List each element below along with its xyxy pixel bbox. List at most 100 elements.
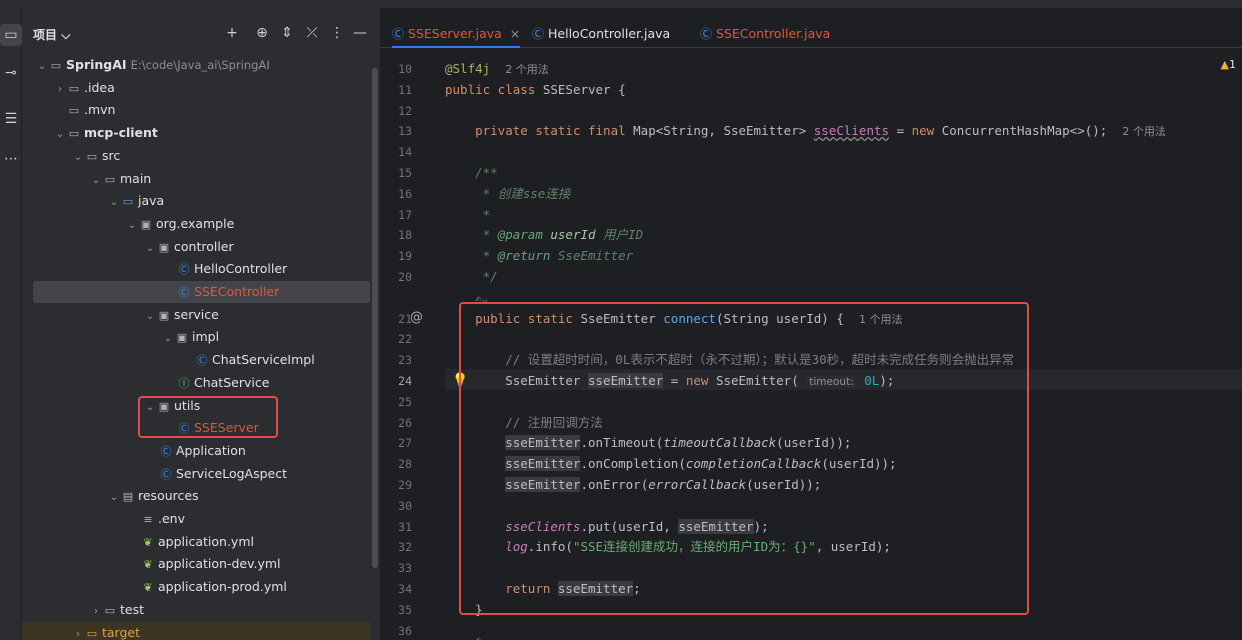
code-line: */ <box>475 269 498 284</box>
code-line: * @param userId 用户ID <box>475 227 644 243</box>
ide-window: ▭ ⊸ ☰ ⋯ 项目 ⌵ + ⊕ ⇕ ⤫ ⋮ — ⌄ ▭ SpringAI E:\co… <box>0 0 1242 640</box>
folder-icon: ▭ <box>86 149 98 163</box>
expand-all-icon[interactable]: ⇕ <box>277 23 297 43</box>
tree-node-java[interactable]: ⌄ ▭ java <box>22 190 370 212</box>
tree-node-controller[interactable]: ⌄ ▣ controller <box>22 236 370 258</box>
source-folder-icon: ▭ <box>122 195 134 209</box>
line-number: 35 <box>398 602 412 617</box>
line-gutter: 10 11 12 13 14 15 16 17 18 19 20 21 22 2… <box>380 54 468 640</box>
tree-node-main[interactable]: ⌄ ▭ main <box>22 168 370 190</box>
code-line: ✍⌄ <box>475 633 489 640</box>
project-panel: 项目 ⌵ + ⊕ ⇕ ⤫ ⋮ — ⌄ ▭ SpringAI E:\code\Java_… <box>22 8 380 640</box>
new-file-icon[interactable]: + <box>222 23 242 43</box>
package-icon: ▣ <box>140 217 152 231</box>
code-line: public class SSEServer { <box>445 81 626 97</box>
line-number: 22 <box>398 332 412 347</box>
tree-node-application-dev-yml[interactable]: ❦ application-dev.yml <box>22 553 370 575</box>
line-number: 31 <box>398 519 412 534</box>
tab-sseserver[interactable]: Ⓒ SSEServer.java × <box>392 8 521 48</box>
spring-class-icon: Ⓒ <box>160 444 172 458</box>
tree-node-application-yml[interactable]: ❦ application.yml <box>22 531 370 553</box>
line-number: 16 <box>398 186 412 201</box>
line-number: 20 <box>398 270 412 284</box>
collapse-all-icon[interactable]: ⤫ <box>302 23 322 43</box>
tree-node-application-prod-yml[interactable]: ❦ application-prod.yml <box>22 576 370 598</box>
tree-node-idea[interactable]: › ▭ .idea <box>22 77 370 99</box>
code-line: private static final Map<String, SseEmit… <box>475 123 1166 139</box>
package-icon: ▣ <box>158 240 170 254</box>
tree-node-chatserviceimpl[interactable]: Ⓒ ChatServiceImpl <box>22 349 370 371</box>
chevron-right-icon[interactable]: › <box>54 79 66 101</box>
tree-node-application[interactable]: Ⓒ Application <box>22 440 370 462</box>
tree-node-service[interactable]: ⌄ ▣ service <box>22 304 370 326</box>
project-view-title[interactable]: 项目 ⌵ <box>33 26 70 43</box>
chevron-down-icon[interactable]: ⌄ <box>108 487 120 509</box>
chevron-down-icon[interactable]: ⌄ <box>36 56 48 78</box>
code-line: /** <box>475 165 498 180</box>
tree-node-hellocontroller[interactable]: Ⓒ HelloController <box>22 258 370 280</box>
line-number: 19 <box>398 249 412 264</box>
commit-icon[interactable]: ⊸ <box>0 62 22 84</box>
line-number: 29 <box>398 478 412 492</box>
chevron-right-icon[interactable]: › <box>90 601 102 623</box>
line-number: 13 <box>398 124 412 139</box>
line-number: 28 <box>398 457 412 472</box>
tree-node-chatservice[interactable]: Ⓘ ChatService <box>22 372 370 394</box>
hide-panel-icon[interactable]: — <box>350 23 370 43</box>
tree-node-ssecontroller[interactable]: Ⓒ SSEController <box>33 281 370 303</box>
line-number: 23 <box>398 353 412 368</box>
highlight-box-utils <box>138 396 278 438</box>
code-line: @Slf4j 2 个用法 <box>445 61 549 76</box>
chevron-right-icon[interactable]: › <box>72 624 84 640</box>
tree-node-impl[interactable]: ⌄ ▣ impl <box>22 326 370 348</box>
line-number: 34 <box>398 582 412 596</box>
chevron-down-icon[interactable]: ⌄ <box>162 328 174 350</box>
line-number: 11 <box>398 82 412 97</box>
folder-icon: ▭ <box>104 603 116 617</box>
tree-node-mvn[interactable]: ▭ .mvn <box>22 99 370 121</box>
editor-tabs: Ⓒ SSEServer.java × Ⓒ HelloController.java Ⓒ… <box>380 8 1242 48</box>
chevron-down-icon[interactable]: ⌄ <box>54 124 66 146</box>
chevron-down-icon[interactable]: ⌄ <box>90 170 102 192</box>
highlight-box-connect-method <box>459 302 1029 615</box>
line-number: 36 <box>398 623 412 638</box>
tree-node-org-example[interactable]: ⌄ ▣ org.example <box>22 213 370 235</box>
line-number: 10 <box>398 62 412 76</box>
structure-icon[interactable]: ☰ <box>0 108 22 130</box>
line-number: 30 <box>398 498 412 513</box>
tab-ssecontroller[interactable]: Ⓒ SSEController.java <box>700 8 830 48</box>
line-number: 24 <box>398 374 412 388</box>
chevron-down-icon[interactable]: ⌄ <box>108 192 120 214</box>
line-number: 14 <box>398 145 412 160</box>
folder-icon: ▭ <box>68 81 80 95</box>
chevron-down-icon[interactable]: ⌄ <box>144 306 156 328</box>
chevron-down-icon[interactable]: ⌄ <box>144 238 156 260</box>
tree-node-env[interactable]: ≡ .env <box>22 508 370 530</box>
tree-node-resources[interactable]: ⌄ ▤ resources <box>22 485 370 507</box>
tree-node-target[interactable]: › ▭ target <box>22 621 370 640</box>
more-icon[interactable]: ⋯ <box>0 148 22 170</box>
locate-icon[interactable]: ⊕ <box>252 23 272 43</box>
tree-node-servicelogaspect[interactable]: Ⓒ ServiceLogAspect <box>22 463 370 485</box>
tree-node-test[interactable]: › ▭ test <box>22 599 370 621</box>
close-icon[interactable]: × <box>510 26 520 41</box>
line-number: 17 <box>398 207 412 222</box>
title-bar <box>0 0 1242 8</box>
folder-icon: ▭ <box>68 104 80 118</box>
module-folder-icon: ▭ <box>68 127 80 141</box>
tab-hellocontroller[interactable]: Ⓒ HelloController.java <box>532 8 670 48</box>
tree-node-springai[interactable]: ⌄ ▭ SpringAI E:\code\Java_ai\SpringAI <box>22 54 370 76</box>
project-scrollbar[interactable] <box>372 68 378 568</box>
override-at-icon[interactable]: @ <box>410 310 423 325</box>
line-number: 32 <box>398 540 412 555</box>
chevron-down-icon[interactable]: ⌄ <box>126 215 138 237</box>
tree-node-src[interactable]: ⌄ ▭ src <box>22 145 370 167</box>
chevron-down-icon[interactable]: ⌄ <box>72 147 84 169</box>
options-icon[interactable]: ⋮ <box>327 23 347 43</box>
code-line: * @return SseEmitter <box>475 248 634 264</box>
line-number: 12 <box>398 103 412 118</box>
class-icon: Ⓒ <box>196 354 208 368</box>
tree-node-mcp-client[interactable]: ⌄ ▭ mcp-client <box>22 122 370 144</box>
project-folder-icon[interactable]: ▭ <box>0 24 22 46</box>
line-number: 25 <box>398 394 412 409</box>
